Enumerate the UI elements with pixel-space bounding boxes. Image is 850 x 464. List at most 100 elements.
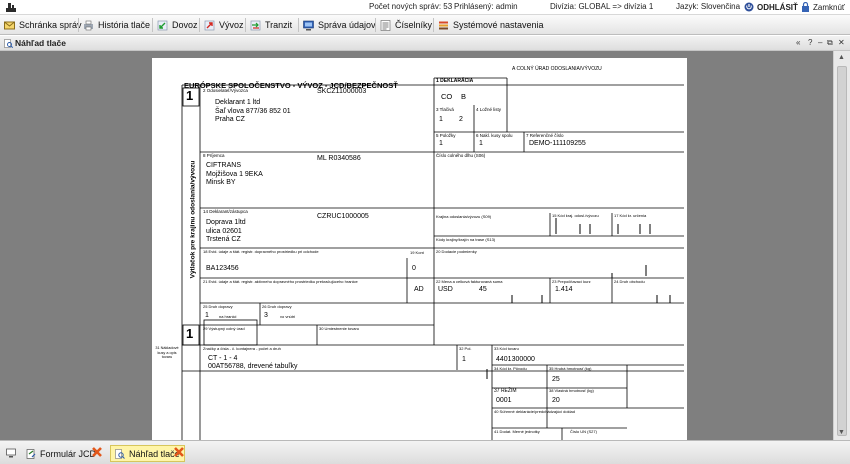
box15-label: Krajina odoslania/vývozu (S09)	[436, 214, 492, 219]
box31-sub: Značky a čísla - č. kontajnera - počet a…	[203, 346, 281, 351]
panel-restore-button[interactable]: ⧉	[827, 38, 833, 48]
lock-label: Zamknúť	[813, 2, 845, 12]
vertical-scrollbar[interactable]: ▲ ▼	[833, 51, 850, 440]
box32-label: 32 Pol.	[459, 346, 472, 351]
box32-value: 1	[462, 356, 466, 363]
box5-value: 1	[439, 140, 443, 147]
menu-separator	[78, 18, 79, 32]
box1-label: 1 DEKLARÁCIA	[436, 78, 474, 84]
export-icon	[204, 20, 215, 30]
box8-address: CIFTRANS Mojžišova 1 9EKA Minsk BY	[206, 162, 263, 186]
box26-label: 26 Druh dopravy	[262, 304, 292, 309]
panel-help-button[interactable]: ?	[808, 38, 812, 47]
scroll-up-arrow-icon[interactable]: ▲	[838, 54, 845, 61]
transit-icon	[250, 20, 261, 30]
print-preview-task-icon	[115, 448, 125, 459]
box25-sub: na hranici	[219, 314, 237, 319]
box21-label: 21 Evid. údaje a štát. registr. aktívneh…	[203, 279, 358, 284]
box34-label: 34 Kód kr. Pôvodu	[494, 366, 527, 371]
logout-icon	[744, 2, 754, 12]
task-jcd-form-label: Formulár JCD	[40, 448, 97, 459]
menu-export[interactable]: Vývoz	[204, 17, 244, 33]
data-management-icon	[303, 20, 314, 30]
menu-data-management[interactable]: Správa údajov	[303, 17, 376, 33]
menu-separator	[375, 18, 376, 32]
box16-label: Kódy krajiny/krajín na trase (S13)	[436, 237, 496, 242]
lock-button[interactable]: Zamknúť	[801, 2, 845, 12]
box22-label: 22 Mena a celková fakturovaná suma	[436, 279, 503, 284]
menu-separator	[199, 18, 200, 32]
print-history-icon	[84, 20, 93, 30]
box2-label: 2 Odosielateľ/Vývozca	[203, 88, 248, 93]
box3-value2: 2	[459, 116, 463, 123]
copy-number: 1	[186, 88, 194, 103]
menu-data-management-label: Správa údajov	[318, 20, 376, 30]
box23-label: 23 Prepočítavací kurz	[552, 279, 591, 284]
form-icon	[26, 448, 36, 459]
close-jcd-form-icon[interactable]	[91, 446, 103, 458]
logout-button[interactable]: ODHLÁSIŤ	[744, 2, 798, 12]
box2-address: Deklarant 1 ltd Šaľ vlova 877/36 852 01 Pr…	[215, 99, 291, 123]
menu-separator	[433, 18, 434, 32]
task-jcd-form[interactable]: Formulár JCD	[26, 446, 96, 461]
box41-label: 41 Dodat. Merné jednotky	[494, 429, 540, 434]
box31-label: 31 Nákladové kusy a opis tovaru	[155, 346, 179, 359]
box38-label: 38 Vlastná hmotnosť (kg)	[549, 388, 594, 393]
menu-transit-label: Tranzit	[265, 20, 293, 30]
main-menu: Schránka správ História tlače Dovoz Vývo…	[0, 15, 850, 35]
box33-label: 33 Kód tovaru	[494, 346, 519, 351]
box26-sub: vo vnútri	[280, 314, 296, 319]
box37-label: 37 REŽIM	[494, 388, 517, 394]
box38-value: 20	[552, 397, 560, 404]
box33-value: 4401300000	[496, 356, 535, 363]
lock-icon	[802, 2, 809, 12]
box22-amount: 45	[479, 286, 487, 293]
box8-number: ML R0340586	[317, 155, 361, 162]
menu-inbox[interactable]: Schránka správ	[4, 17, 82, 33]
scroll-down-arrow-icon[interactable]: ▼	[838, 429, 845, 436]
menu-separator	[245, 18, 246, 32]
box30-label: 30 Umiestnenie tovaru	[319, 326, 360, 331]
box40-label: 40 Súhrnné deklarácie/predchádzajúci dok…	[494, 409, 575, 414]
box44-label: Číslo UN (S27)	[570, 429, 597, 434]
box7-value: DEMO-111109255	[529, 140, 586, 147]
panel-close-button[interactable]: ✕	[838, 38, 845, 47]
box14-number: CZRUC1000005	[317, 213, 369, 220]
box14-label: 14 Deklarant/zástupca	[203, 209, 248, 214]
menu-system-settings-label: Systémové nastavenia	[453, 20, 544, 30]
box29-label: 29 Výstupný colný úrad	[203, 326, 245, 331]
logout-label: ODHLÁSIŤ	[757, 2, 798, 12]
side-text: Výtlačok pre krajinu odoslania/vývozu	[189, 160, 197, 279]
menu-import[interactable]: Dovoz	[157, 17, 198, 33]
box1-value-b: B	[461, 92, 467, 101]
panel-collapse-button[interactable]: «	[796, 38, 800, 47]
box35-value: 25	[552, 376, 560, 383]
menu-transit[interactable]: Tranzit	[250, 17, 292, 33]
division-info: Divízia: GLOBAL => divízia 1	[550, 2, 654, 11]
menu-codelists[interactable]: Číselníky	[380, 17, 432, 33]
box23-value: 1.414	[555, 286, 573, 293]
menu-export-label: Vývoz	[219, 20, 244, 30]
taskbar: Formulár JCD Náhľad tlače	[0, 440, 850, 464]
menu-codelists-label: Číselníky	[395, 20, 433, 30]
close-print-preview-icon[interactable]	[173, 446, 185, 458]
box25-label: 25 Druh dopravy	[203, 304, 233, 309]
box6-value: 1	[479, 140, 483, 147]
desktop-icon[interactable]	[6, 448, 16, 458]
box3-label: 3 Tlačivá	[436, 107, 454, 112]
box1-value-co: CO	[441, 92, 453, 101]
scrollbar-thumb[interactable]	[837, 66, 847, 436]
box37-value: 0001	[496, 397, 512, 404]
logged-in-user: Prihlásený: admin	[454, 2, 518, 11]
menu-print-history[interactable]: História tlače	[83, 17, 150, 33]
pending-messages: Počet nových správ: 53	[369, 2, 453, 11]
document-viewer[interactable]: EURÓPSKE SPOLOČENSTVO - VÝVOZ - JCD/BEZP…	[0, 51, 833, 440]
box7-label: 7 Referenčné číslo	[526, 133, 564, 138]
panel-minimize-button[interactable]: –	[818, 38, 822, 47]
menu-print-history-label: História tlače	[98, 20, 151, 30]
document-page: EURÓPSKE SPOLOČENSTVO - VÝVOZ - JCD/BEZP…	[152, 58, 687, 440]
app-logo-icon	[6, 3, 16, 12]
language-info: Jazyk: Slovenčina	[676, 2, 741, 11]
menu-system-settings[interactable]: Systémové nastavenia	[438, 17, 544, 33]
box19-label: 19 Kont	[410, 250, 424, 255]
